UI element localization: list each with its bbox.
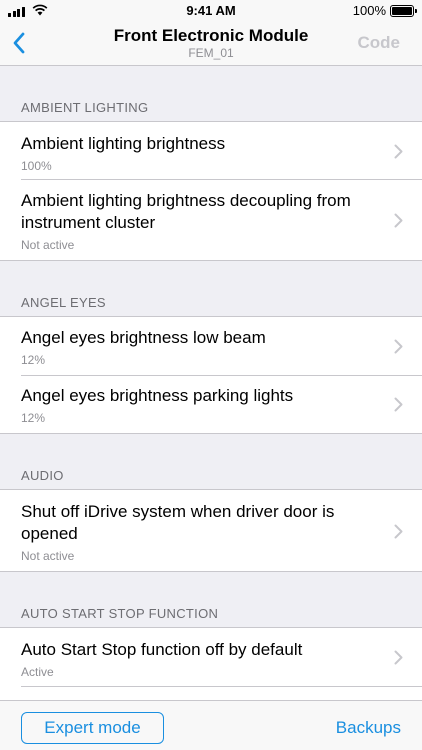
- setting-title: Ambient lighting brightness: [21, 134, 226, 153]
- setting-row[interactable]: Shut off iDrive system when driver door …: [0, 490, 422, 571]
- setting-row[interactable]: Ambient lighting brightness 100%: [0, 122, 422, 179]
- setting-title: Auto Start Stop function off by default: [21, 640, 303, 659]
- setting-title: Angel eyes brightness parking lights: [21, 386, 294, 405]
- setting-title: Ambient lighting brightness decoupling f…: [21, 191, 351, 232]
- chevron-right-icon: [394, 339, 403, 354]
- bottom-toolbar: Expert mode Backups: [0, 700, 422, 750]
- section-header: AUDIO: [0, 434, 422, 490]
- setting-row[interactable]: Auto Start Stop function off by default A…: [0, 628, 422, 686]
- setting-value: Not active: [21, 238, 75, 252]
- setting-row[interactable]: Angel eyes brightness parking lights 12%: [0, 375, 422, 433]
- section-header: AMBIENT LIGHTING: [0, 66, 422, 122]
- chevron-right-icon: [394, 144, 403, 158]
- setting-title: Angel eyes brightness low beam: [21, 328, 266, 347]
- code-button[interactable]: Code: [358, 33, 401, 53]
- battery-percentage: 100%: [352, 3, 386, 18]
- setting-row[interactable]: Angel eyes brightness low beam 12%: [0, 317, 422, 375]
- chevron-right-icon: [394, 650, 403, 665]
- setting-value: Not active: [21, 549, 75, 563]
- status-bar: 9:41 AM 100%: [0, 0, 422, 22]
- navigation-bar: Front Electronic Module FEM_01 Code: [0, 22, 422, 66]
- backups-button[interactable]: Backups: [336, 718, 401, 738]
- setting-value: 12%: [21, 353, 46, 367]
- setting-title: Shut off iDrive system when driver door …: [21, 502, 335, 543]
- section-header: ANGEL EYES: [0, 261, 422, 317]
- battery-icon: [390, 5, 417, 17]
- chevron-right-icon: [394, 397, 403, 412]
- chevron-right-icon: [394, 213, 403, 227]
- expert-mode-button[interactable]: Expert mode: [21, 712, 164, 744]
- setting-value: Active: [21, 665, 54, 679]
- settings-group: Ambient lighting brightness 100% Ambient l…: [0, 122, 422, 261]
- setting-value: 100%: [21, 159, 52, 173]
- settings-group: Shut off iDrive system when driver door …: [0, 490, 422, 572]
- setting-row[interactable]: Auto Start Stop function memory: [0, 686, 422, 700]
- setting-value: 12%: [21, 411, 46, 425]
- setting-row[interactable]: Ambient lighting brightness decoupling f…: [0, 179, 422, 260]
- chevron-right-icon: [394, 524, 403, 538]
- section-header: AUTO START STOP FUNCTION: [0, 572, 422, 628]
- settings-group: Auto Start Stop function off by default A…: [0, 628, 422, 700]
- settings-list[interactable]: AMBIENT LIGHTING Ambient lighting brightn…: [0, 66, 422, 700]
- settings-group: Angel eyes brightness low beam 12% Angel e…: [0, 317, 422, 434]
